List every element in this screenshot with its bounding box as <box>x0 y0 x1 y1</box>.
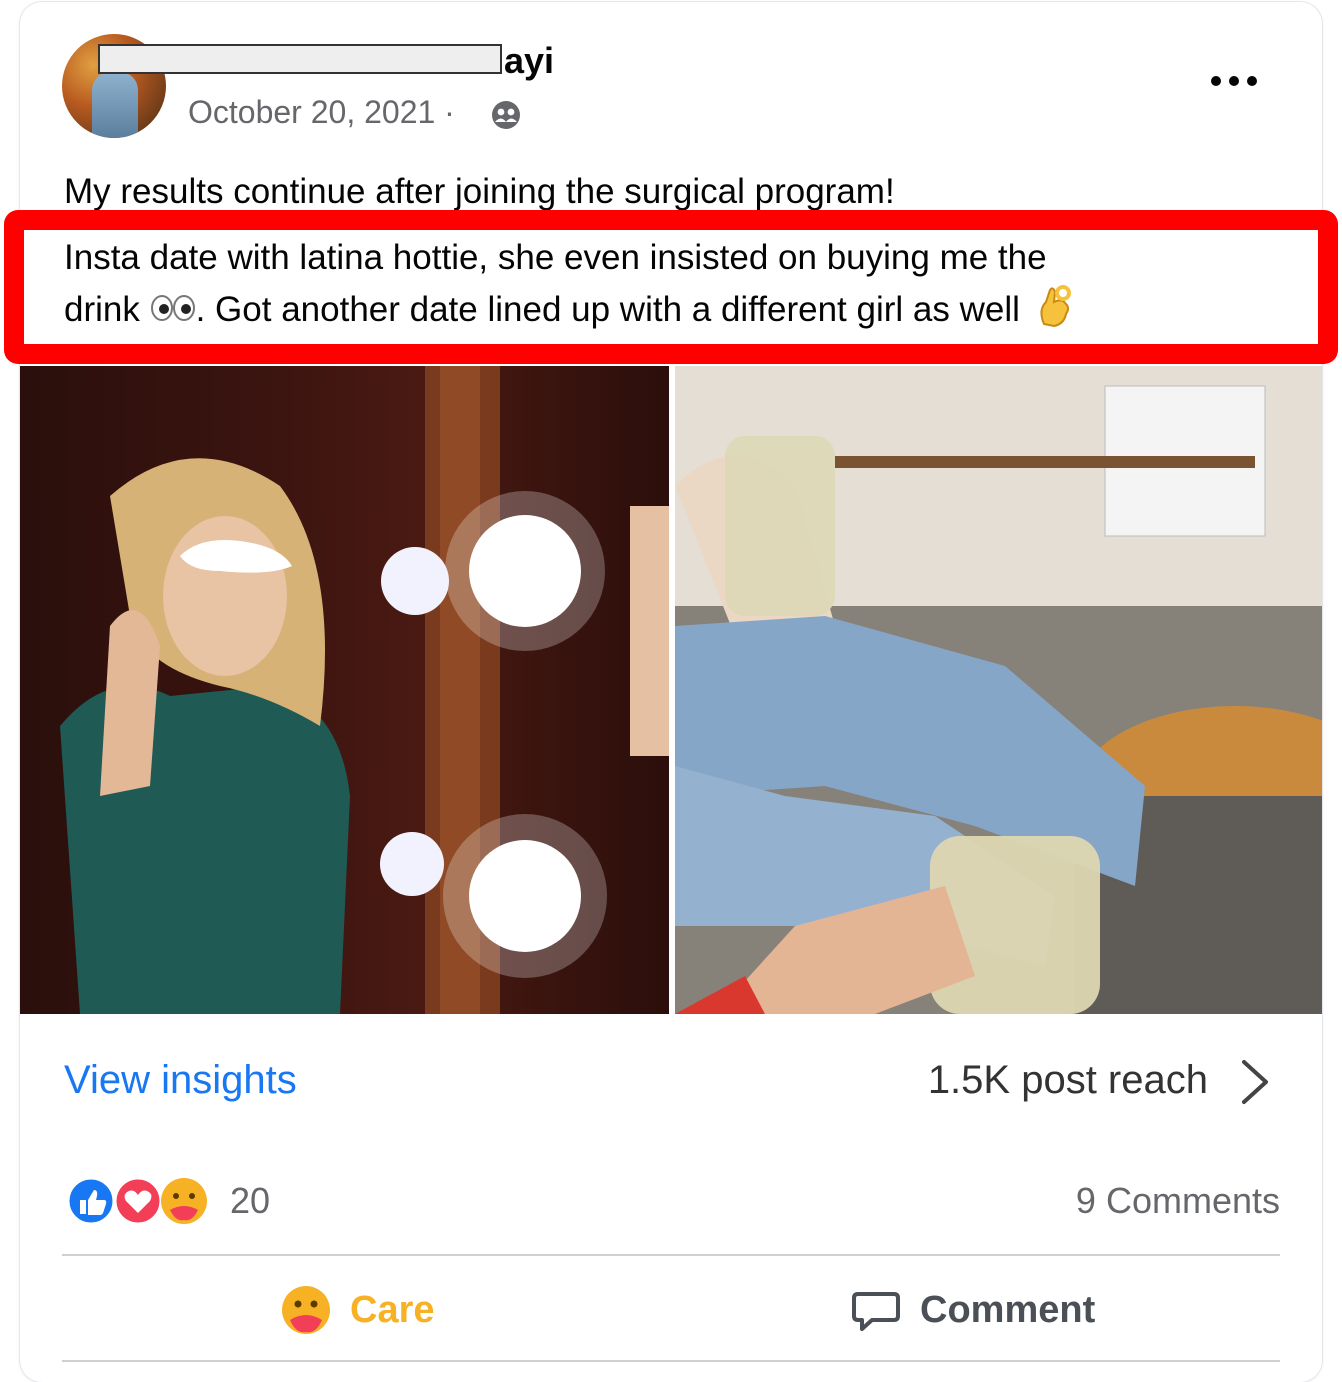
comment-button[interactable]: Comment <box>852 1282 1095 1338</box>
comments-count[interactable]: 9 Comments <box>1076 1180 1280 1222</box>
post-date[interactable]: October 20, 2021 · <box>188 94 455 131</box>
comment-label: Comment <box>920 1288 1096 1331</box>
care-reaction-icon <box>161 1178 207 1224</box>
divider-bottom <box>62 1360 1280 1362</box>
redacted-author-name <box>98 44 502 74</box>
comment-bubble-icon <box>852 1292 900 1331</box>
love-reaction-icon <box>113 1176 163 1226</box>
friends-icon <box>492 101 520 129</box>
eyes-emoji-icon <box>150 294 195 321</box>
view-insights-link[interactable]: View insights <box>64 1058 297 1103</box>
care-button[interactable]: Care <box>280 1282 435 1338</box>
like-reaction-icon <box>66 1176 116 1226</box>
ok-hand-emoji-icon <box>1040 284 1071 327</box>
highlighted-line-1: Insta date with latina hottie, she even … <box>64 238 1047 277</box>
reaction-icons[interactable] <box>66 1176 212 1226</box>
more-options-icon[interactable] <box>1206 66 1262 96</box>
author-name[interactable]: ayi <box>504 40 554 82</box>
divider <box>62 1254 1280 1256</box>
post-reach[interactable]: 1.5K post reach <box>928 1058 1208 1103</box>
care-emoji-icon <box>282 1286 330 1334</box>
highlighted-post-text: Insta date with latina hottie, she even … <box>64 232 1264 336</box>
highlighted-line-2: drink . Got another date lined up with a… <box>64 284 1264 336</box>
post-photo-left[interactable] <box>20 366 669 1014</box>
post-photo-right[interactable] <box>675 366 1322 1014</box>
reaction-count[interactable]: 20 <box>230 1180 270 1222</box>
chevron-right-icon[interactable] <box>1238 1058 1272 1106</box>
care-label: Care <box>350 1288 435 1331</box>
